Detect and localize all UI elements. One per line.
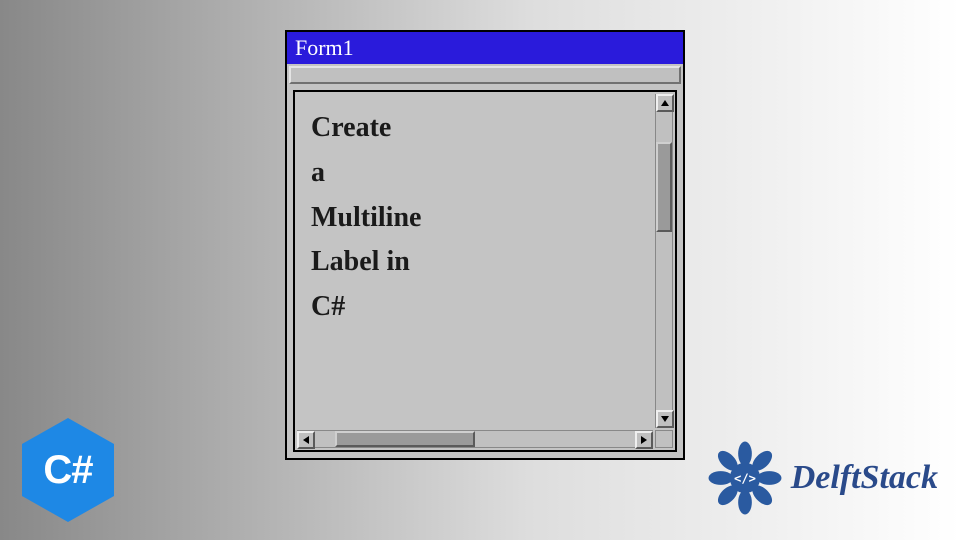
scroll-right-button[interactable] — [635, 431, 653, 449]
vscroll-thumb[interactable] — [656, 142, 672, 232]
hscroll-track[interactable] — [315, 431, 635, 447]
content-area: Create a Multiline Label in C# — [299, 96, 653, 428]
chevron-right-icon — [641, 436, 647, 444]
csharp-text: C# — [43, 448, 92, 493]
menubar — [289, 66, 681, 84]
window-title: Form1 — [295, 35, 354, 61]
delftstack-text: DelftStack — [791, 459, 938, 497]
hscroll-thumb[interactable] — [335, 431, 475, 447]
delftstack-emblem-icon: </> — [707, 440, 783, 516]
delftstack-logo: </> DelftStack — [707, 440, 938, 516]
horizontal-scrollbar[interactable] — [297, 430, 653, 448]
client-area: Create a Multiline Label in C# — [293, 90, 677, 452]
vertical-scrollbar[interactable] — [655, 94, 673, 428]
chevron-down-icon — [661, 416, 669, 422]
hexagon-icon: C# — [22, 418, 114, 522]
scroll-down-button[interactable] — [656, 410, 674, 428]
scroll-up-button[interactable] — [656, 94, 674, 112]
scroll-left-button[interactable] — [297, 431, 315, 449]
csharp-badge: C# — [22, 418, 114, 522]
titlebar[interactable]: Form1 — [287, 32, 683, 64]
scroll-corner — [655, 430, 673, 448]
chevron-up-icon — [661, 100, 669, 106]
form-window: Form1 Create a Multiline Label in C# — [285, 30, 685, 460]
chevron-left-icon — [303, 436, 309, 444]
svg-text:</>: </> — [734, 472, 756, 486]
multiline-label: Create a Multiline Label in C# — [299, 96, 653, 340]
vscroll-track[interactable] — [656, 112, 672, 410]
